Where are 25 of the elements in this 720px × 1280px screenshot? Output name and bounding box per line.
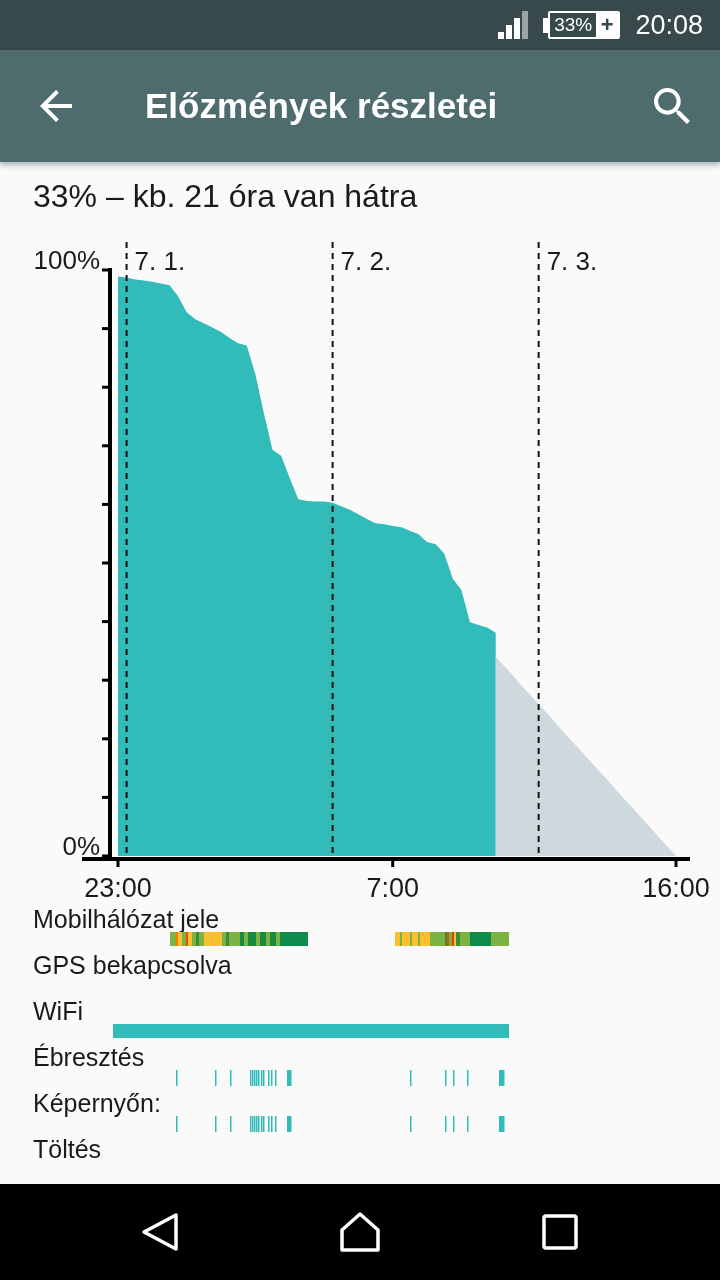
signal-strength-icon xyxy=(498,11,529,39)
timeline-label: GPS bekapcsolva xyxy=(33,952,232,978)
y-tick-label: 100% xyxy=(33,245,100,275)
battery-summary: 33% – kb. 21 óra van hátra xyxy=(33,177,418,216)
day-label: 7. 2. xyxy=(340,246,392,276)
recent-apps-icon[interactable] xyxy=(540,1212,580,1252)
home-nav-icon[interactable] xyxy=(340,1212,380,1252)
x-tick-label: 23:00 xyxy=(84,873,152,903)
y-tick-label: 0% xyxy=(62,831,100,861)
search-icon[interactable] xyxy=(654,88,690,124)
screen-title: Előzmények részletei xyxy=(145,85,498,127)
battery-percent: 33% xyxy=(553,13,594,37)
x-tick-label: 16:00 xyxy=(642,873,710,903)
back-arrow-icon[interactable] xyxy=(40,90,72,122)
timeline-label: Képernyőn: xyxy=(33,1090,161,1116)
timeline-label: Mobilhálózat jele xyxy=(33,906,220,932)
day-label: 7. 3. xyxy=(546,246,598,276)
timeline-label: Ébresztés xyxy=(33,1044,145,1070)
day-label: 7. 1. xyxy=(134,246,186,276)
x-tick-label: 7:00 xyxy=(366,873,419,903)
timeline-label: WiFi xyxy=(33,998,83,1024)
battery-plus-sign: + xyxy=(600,14,614,36)
status-time: 20:08 xyxy=(635,9,703,41)
timeline-label: Töltés xyxy=(33,1136,102,1162)
back-nav-icon[interactable] xyxy=(140,1212,180,1252)
